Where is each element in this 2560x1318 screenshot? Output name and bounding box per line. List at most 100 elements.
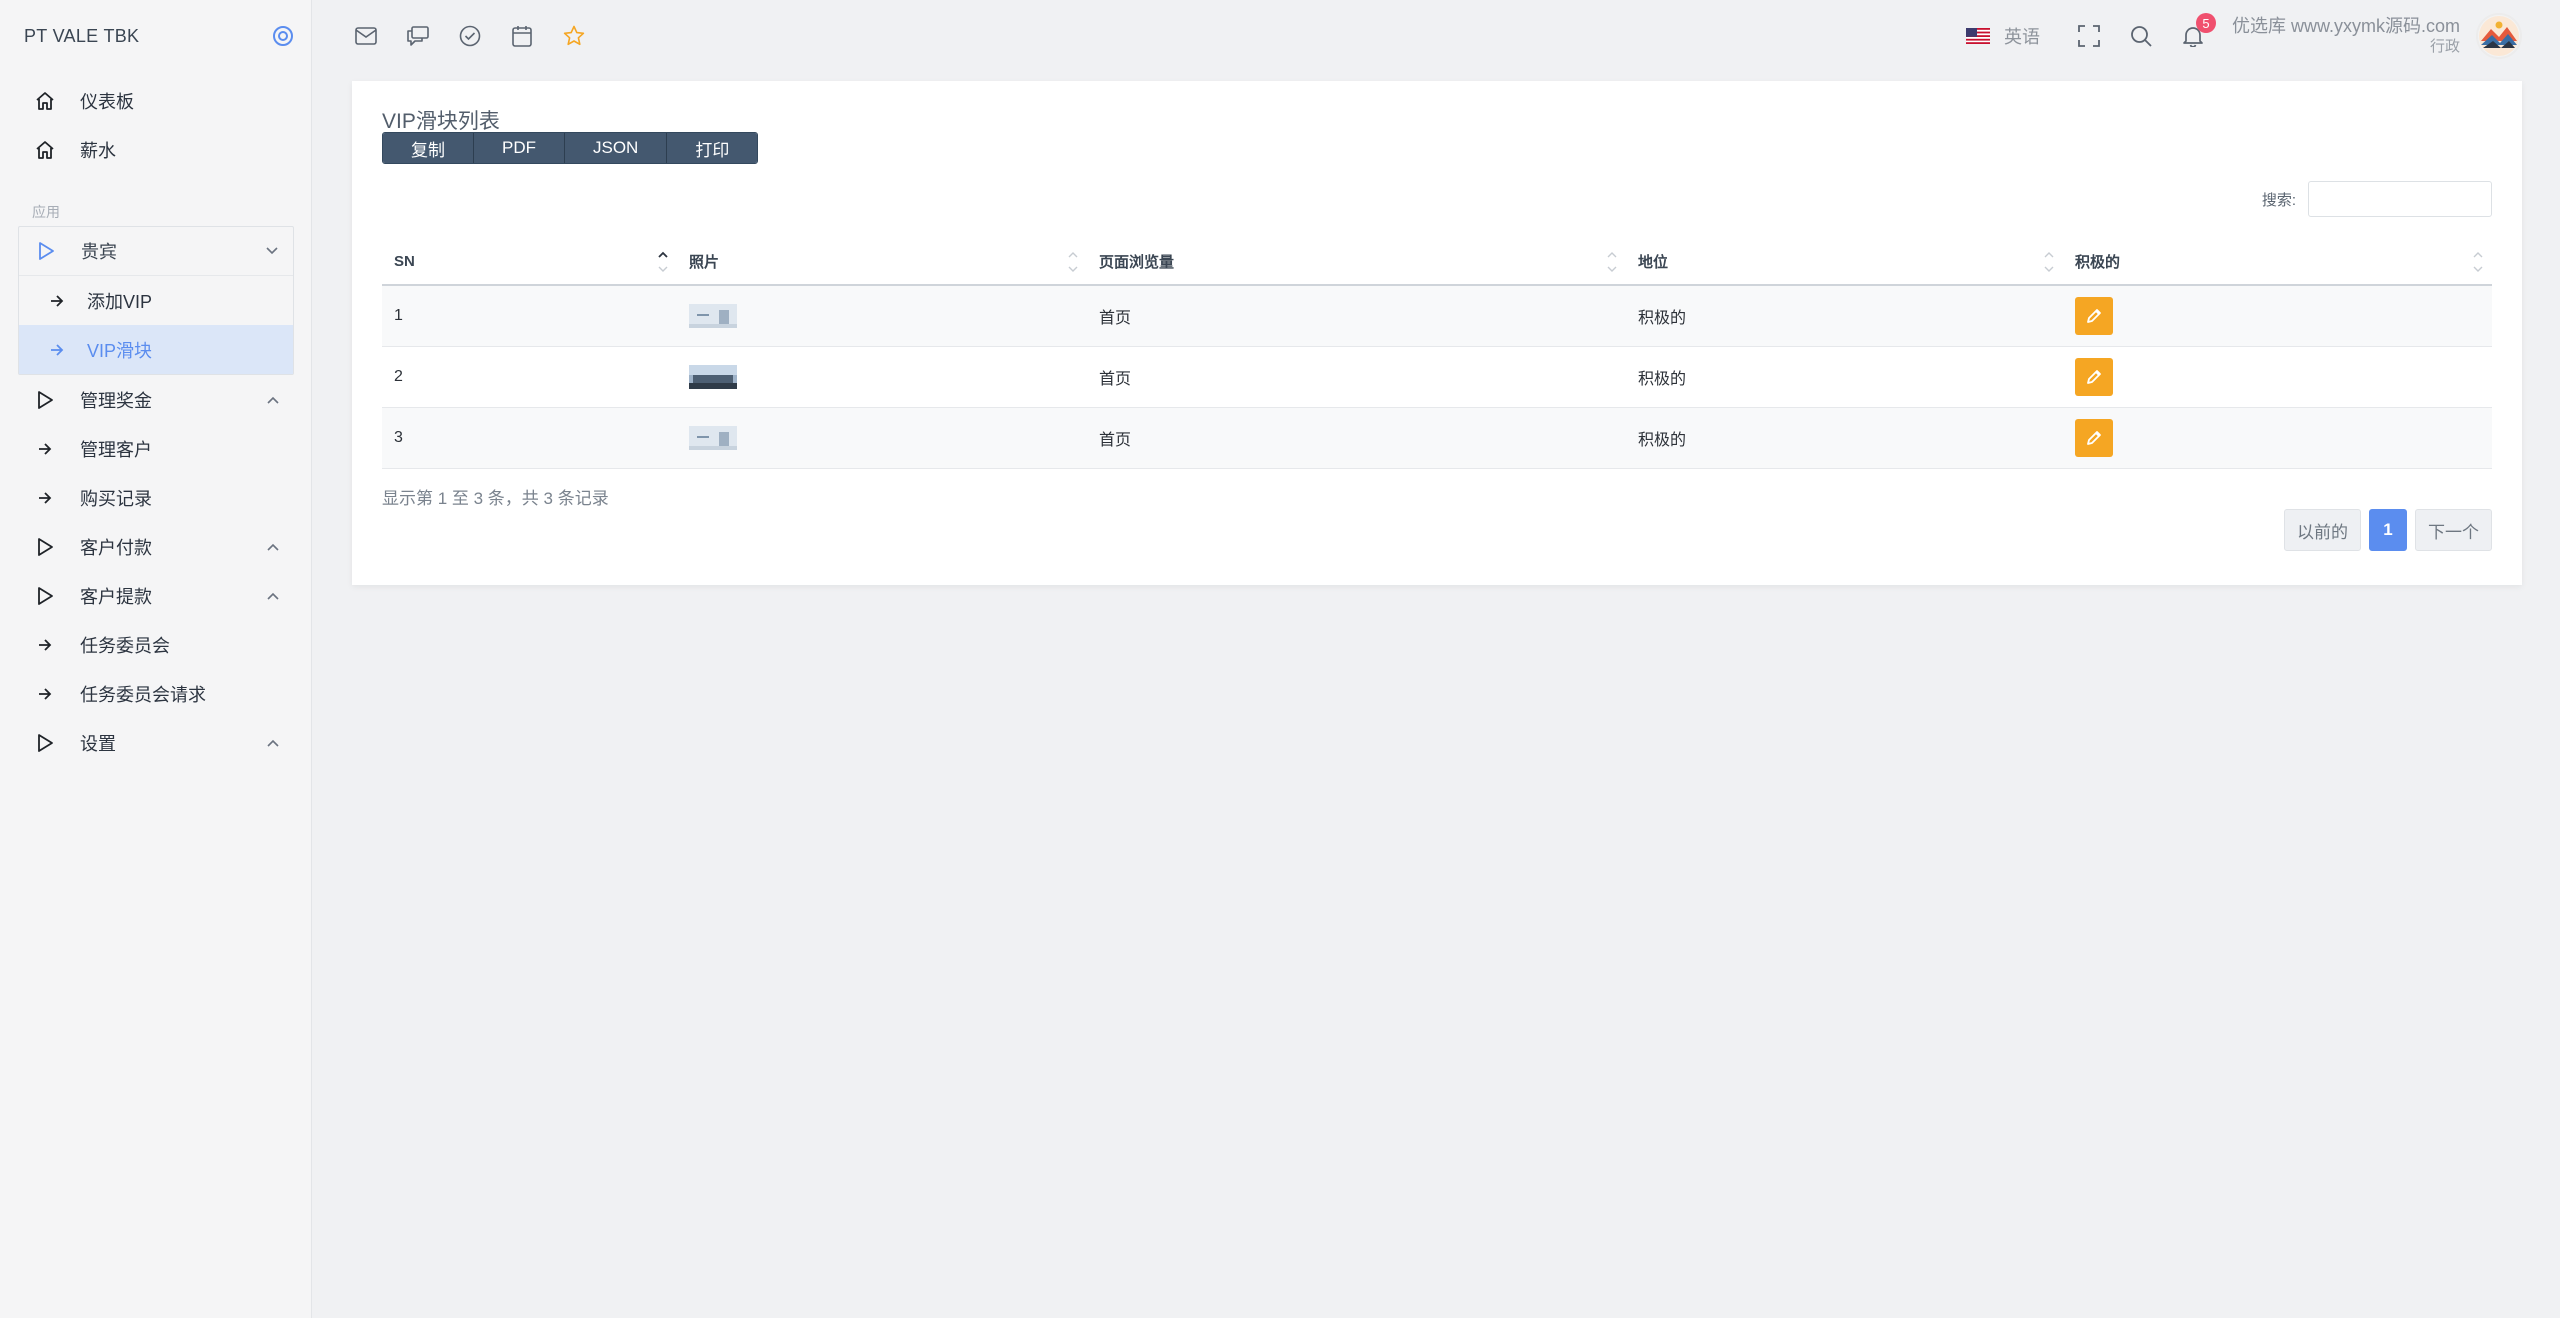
play-icon — [34, 585, 56, 607]
arrow-right-icon — [34, 487, 56, 509]
table-header-row: SN 照片 页面浏览量 地位 积极的 — [382, 239, 2492, 286]
sidebar-item-customers[interactable]: 管理客户 — [0, 424, 312, 473]
sidebar-item-label: 管理客户 — [80, 439, 152, 460]
sidebar-item-label: 薪水 — [80, 140, 116, 161]
sidebar-item-label: 贵宾 — [81, 242, 117, 262]
previous-page-button[interactable]: 以前的 — [2284, 509, 2361, 551]
cell-action — [2063, 285, 2492, 347]
next-page-button[interactable]: 下一个 — [2415, 509, 2492, 551]
sidebar-item-salary[interactable]: 薪水 — [0, 125, 312, 174]
json-button[interactable]: JSON — [565, 133, 668, 163]
sidebar-item-payments[interactable]: 客户付款 — [0, 522, 312, 571]
play-icon — [35, 240, 57, 262]
page-title: VIP滑块列表 — [382, 110, 500, 133]
cell-photo — [677, 285, 1087, 347]
user-name: 优选库 www.yxymk源码.com — [2231, 16, 2460, 37]
column-header-page[interactable]: 页面浏览量 — [1087, 239, 1626, 286]
cell-page: 首页 — [1087, 285, 1626, 347]
arrow-right-icon — [34, 634, 56, 656]
sidebar-item-task-committee-requests[interactable]: 任务委员会请求 — [0, 669, 312, 718]
sort-icon — [2044, 252, 2054, 272]
cell-page: 首页 — [1087, 346, 1626, 408]
star-icon[interactable] — [562, 24, 586, 48]
arrow-right-icon — [34, 438, 56, 460]
pagination: 以前的 1 下一个 — [2284, 509, 2492, 551]
slider-thumbnail[interactable] — [689, 425, 737, 450]
sidebar-item-dashboard[interactable]: 仪表板 — [0, 76, 312, 125]
us-flag-icon — [1965, 28, 1990, 44]
print-button[interactable]: 打印 — [667, 133, 758, 163]
chevron-up-icon — [266, 736, 280, 750]
sidebar-item-purchases[interactable]: 购买记录 — [0, 473, 312, 522]
column-header-sn[interactable]: SN — [382, 239, 677, 286]
edit-button[interactable] — [2075, 357, 2113, 396]
language-selector[interactable]: 英语 — [1965, 23, 2040, 49]
sidebar-item-add-vip[interactable]: 添加VIP — [19, 276, 293, 325]
topbar-right: 英语 5 优选库 www.yxymk源码.com 行政 — [1965, 13, 2560, 59]
mail-icon[interactable] — [354, 24, 378, 48]
quick-links — [312, 24, 586, 48]
copy-button[interactable]: 复制 — [383, 133, 474, 163]
sidebar-item-bonus[interactable]: 管理奖金 — [0, 375, 312, 424]
sidebar-item-label: 添加VIP — [87, 291, 153, 312]
play-icon — [34, 536, 56, 558]
chevron-up-icon — [266, 589, 280, 603]
calendar-icon[interactable] — [510, 24, 534, 48]
check-circle-icon[interactable] — [458, 24, 482, 48]
brand: PT VALE TBK — [24, 24, 294, 48]
table-row: 3 首页 积极的 — [382, 407, 2492, 469]
notification-badge: 5 — [2195, 13, 2216, 33]
sidebar-toggle-icon[interactable] — [272, 25, 294, 47]
topbar: 英语 5 优选库 www.yxymk源码.com 行政 — [312, 0, 2560, 72]
sidebar-item-vip[interactable]: 贵宾 — [19, 227, 293, 276]
search-icon[interactable] — [2128, 23, 2154, 49]
table-row: 1 首页 积极的 — [382, 285, 2492, 347]
cell-page: 首页 — [1087, 407, 1626, 469]
chat-icon[interactable] — [406, 24, 430, 48]
cell-status: 积极的 — [1626, 407, 2063, 469]
cell-status: 积极的 — [1626, 285, 2063, 347]
cell-photo — [677, 407, 1087, 469]
fullscreen-icon[interactable] — [2076, 23, 2102, 49]
pdf-button[interactable]: PDF — [474, 133, 565, 163]
user-role: 行政 — [2429, 37, 2460, 55]
sidebar-item-vip-slider[interactable]: VIP滑块 — [19, 325, 293, 374]
sidebar-group-vip: 贵宾 添加VIP VIP滑块 — [18, 226, 294, 375]
sidebar-item-task-committee[interactable]: 任务委员会 — [0, 620, 312, 669]
sidebar-item-withdrawals[interactable]: 客户提款 — [0, 571, 312, 620]
sidebar-item-label: 任务委员会请求 — [80, 684, 206, 705]
chevron-up-icon — [266, 540, 280, 554]
arrow-right-icon — [34, 683, 56, 705]
table-row: 2 首页 积极的 — [382, 346, 2492, 408]
sort-icon — [1068, 252, 1078, 272]
cell-photo — [677, 346, 1087, 408]
sidebar-item-settings[interactable]: 设置 — [0, 718, 312, 767]
column-header-action[interactable]: 积极的 — [2063, 239, 2492, 286]
search-input[interactable] — [2308, 181, 2492, 217]
cell-status: 积极的 — [1626, 346, 2063, 408]
pencil-icon — [2087, 430, 2101, 445]
sidebar-section-label: 应用 — [32, 204, 60, 220]
column-header-status[interactable]: 地位 — [1626, 239, 2063, 286]
slider-thumbnail[interactable] — [689, 303, 737, 328]
user-info[interactable]: 优选库 www.yxymk源码.com 行政 — [2232, 16, 2460, 56]
edit-button[interactable] — [2075, 296, 2113, 335]
brand-name: PT VALE TBK — [24, 25, 140, 46]
page-button-1[interactable]: 1 — [2369, 509, 2407, 551]
edit-button[interactable] — [2075, 418, 2113, 457]
slider-thumbnail[interactable] — [689, 364, 737, 389]
column-header-photo[interactable]: 照片 — [677, 239, 1087, 286]
vip-slider-card: VIP滑块列表 复制 PDF JSON 打印 搜索: SN 照片 页面浏览量 地… — [352, 81, 2522, 585]
play-icon — [34, 389, 56, 411]
vip-slider-table: SN 照片 页面浏览量 地位 积极的 1 首页 积极的 2 首页 积极的 3 首… — [382, 239, 2492, 469]
avatar[interactable] — [2476, 13, 2522, 59]
sidebar-nav: 仪表板 薪水 应用 贵宾 添加VIP VIP滑块 管理奖金 管理客户 购买记录 … — [0, 76, 312, 767]
sidebar-item-label: 客户提款 — [80, 586, 152, 607]
sort-icon — [1607, 252, 1617, 272]
sidebar: PT VALE TBK 仪表板 薪水 应用 贵宾 添加VIP VIP滑块 管理奖… — [0, 0, 312, 1318]
export-button-group: 复制 PDF JSON 打印 — [382, 132, 759, 164]
cell-sn: 2 — [382, 346, 677, 408]
notification-bell-icon[interactable]: 5 — [2180, 13, 2216, 49]
sidebar-item-label: 仪表板 — [80, 91, 134, 112]
sidebar-item-label: 购买记录 — [80, 488, 152, 509]
